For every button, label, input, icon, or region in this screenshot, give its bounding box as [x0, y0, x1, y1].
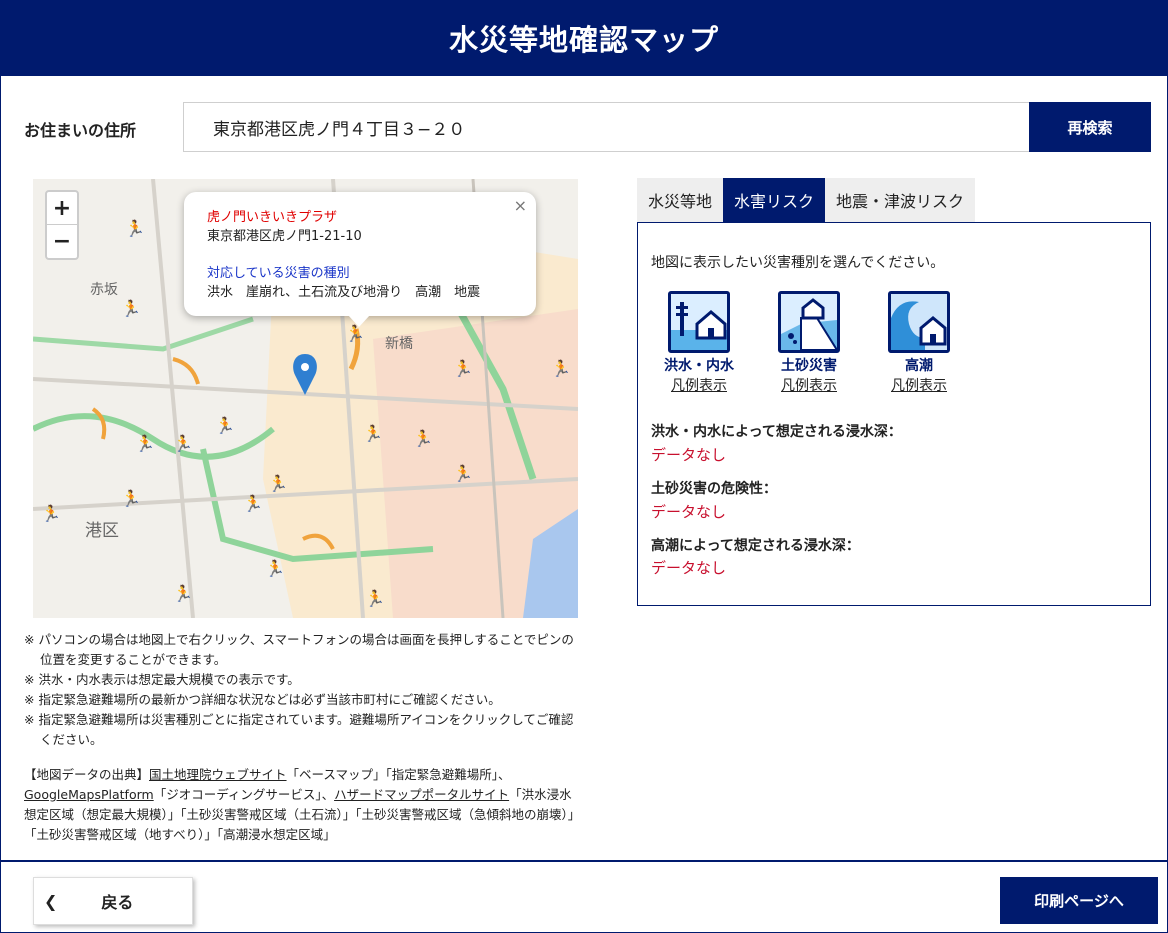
legend-link[interactable]: 凡例表示 — [649, 375, 749, 395]
evacuation-site-icon[interactable]: 🏃 — [453, 464, 473, 483]
landslide-risk-value: データなし — [651, 503, 727, 521]
storm-surge-depth-label: 高潮によって想定される浸水深： — [651, 538, 860, 554]
evacuation-site-icon[interactable]: 🏃 — [243, 494, 263, 513]
tab-flood-risk[interactable]: 水害リスク — [723, 178, 826, 222]
evacuation-site-icon[interactable]: 🏃 — [41, 504, 61, 523]
flood-depth-label: 洪水・内水によって想定される浸水深： — [651, 424, 902, 440]
map-label-shinbashi: 新橋 — [385, 336, 413, 352]
map-notes: ※ パソコンの場合は地図上で右クリック、スマートフォンの場合は画面を長押しするこ… — [24, 630, 584, 750]
hazard-landslide[interactable]: 土砂災害 凡例表示 — [759, 291, 859, 395]
evacuation-site-icon[interactable]: 🏃 — [268, 474, 288, 493]
note-item: ※ 指定緊急避難場所の最新かつ詳細な状況などは必ず当該市町村にご確認ください。 — [24, 692, 501, 707]
flood-depth-value: データなし — [651, 446, 727, 464]
back-button-label: 戻る — [101, 893, 134, 912]
risk-instruction: 地図に表示したい災害種別を選んでください。 — [651, 255, 945, 271]
hazard-name: 洪水・内水 — [664, 358, 734, 374]
research-button[interactable]: 再検索 — [1029, 102, 1151, 152]
zoom-in-button[interactable]: + — [47, 192, 77, 225]
map-label-akasaka: 赤坂 — [90, 282, 118, 298]
note-item: ※ パソコンの場合は地図上で右クリック、スマートフォンの場合は画面を長押しするこ… — [24, 632, 574, 667]
landslide-risk-label: 土砂災害の危険性： — [651, 481, 777, 497]
risk-tabs: 水災等地 水害リスク 地震・津波リスク — [637, 178, 976, 222]
note-item: ※ 指定緊急避難場所は災害種別ごとに指定されています。避難場所アイコンをクリック… — [24, 712, 574, 747]
evacuation-site-icon[interactable]: 🏃 — [121, 489, 141, 508]
zoom-control: + − — [45, 190, 79, 260]
hazard-storm-surge[interactable]: 高潮 凡例表示 — [869, 291, 969, 395]
popup-place-name: 虎ノ門いきいきプラザ — [207, 210, 338, 225]
risk-panel: 地図に表示したい災害種別を選んでください。 洪水・内水 凡例表示 土砂災害 凡例… — [637, 222, 1151, 606]
legend-link[interactable]: 凡例表示 — [869, 375, 969, 395]
map-view[interactable]: 🏃 🏃 🏃 🏃 🏃 🏃 🏃 🏃 🏃 🏃 🏃 🏃 🏃 🏃 🏃 🏃 🏃 🏃 赤坂 新… — [33, 179, 578, 618]
evacuation-site-icon[interactable]: 🏃 — [121, 299, 141, 318]
hazard-flood[interactable]: 洪水・内水 凡例表示 — [649, 291, 749, 395]
chevron-left-icon: ❮ — [44, 891, 58, 911]
map-label-minato: 港区 — [85, 521, 119, 541]
hazard-name: 高潮 — [905, 358, 933, 374]
evacuation-site-icon[interactable]: 🏃 — [135, 434, 155, 453]
legend-link[interactable]: 凡例表示 — [759, 375, 859, 395]
print-page-button[interactable]: 印刷ページへ — [1000, 877, 1158, 924]
evacuation-site-icon[interactable]: 🏃 — [365, 589, 385, 608]
evacuation-site-icon[interactable]: 🏃 — [265, 559, 285, 578]
tab-earthquake-tsunami-risk[interactable]: 地震・津波リスク — [825, 178, 976, 222]
footer-divider — [0, 860, 1168, 862]
evacuation-site-icon[interactable]: 🏃 — [125, 219, 145, 238]
hazard-name: 土砂災害 — [781, 358, 837, 374]
google-maps-link[interactable]: GoogleMapsPlatform — [24, 787, 154, 802]
evacuation-site-icon[interactable]: 🏃 — [363, 424, 383, 443]
popup-disaster-title: 対応している災害の種別 — [207, 266, 350, 281]
back-button[interactable]: ❮ 戻る — [33, 877, 193, 925]
popup-disaster-types: 洪水 崖崩れ、土石流及び地滑り 高潮 地震 — [207, 285, 481, 300]
storm-surge-depth-value: データなし — [651, 559, 727, 577]
flood-icon[interactable] — [668, 291, 730, 353]
evacuation-site-icon[interactable]: 🏃 — [551, 359, 571, 378]
source-text: 「ベースマップ」「指定緊急避難場所」、 — [286, 767, 511, 782]
source-prefix: 【地図データの出典】 — [24, 767, 150, 782]
note-item: ※ 洪水・内水表示は想定最大規模での表示です。 — [24, 672, 300, 687]
map-popup: × 虎ノ門いきいきプラザ 東京都港区虎ノ門1-21-10 対応している災害の種別… — [184, 192, 536, 327]
address-input[interactable] — [183, 102, 1030, 152]
tab-flood-grade[interactable]: 水災等地 — [637, 178, 724, 222]
evacuation-site-icon[interactable]: 🏃 — [173, 434, 193, 453]
zoom-out-button[interactable]: − — [47, 225, 77, 258]
address-label: お住まいの住所 — [24, 121, 137, 140]
close-icon[interactable]: × — [514, 196, 527, 215]
evacuation-site-icon[interactable]: 🏃 — [173, 584, 193, 603]
page-title: 水災等地確認マップ — [0, 0, 1168, 76]
gsi-link[interactable]: 国土地理院ウェブサイト — [149, 767, 287, 782]
map-data-source: 【地図データの出典】国土地理院ウェブサイト「ベースマップ」「指定緊急避難場所」、… — [24, 765, 584, 845]
evacuation-site-icon[interactable]: 🏃 — [413, 429, 433, 448]
evacuation-site-icon[interactable]: 🏃 — [215, 416, 235, 435]
evacuation-site-icon[interactable]: 🏃 — [453, 359, 473, 378]
popup-place-address: 東京都港区虎ノ門1-21-10 — [207, 229, 362, 244]
source-text: 「ジオコーディングサービス」、 — [153, 787, 335, 802]
storm-surge-icon[interactable] — [888, 291, 950, 353]
hazard-portal-link[interactable]: ハザードマップポータルサイト — [334, 787, 509, 802]
landslide-icon[interactable] — [778, 291, 840, 353]
